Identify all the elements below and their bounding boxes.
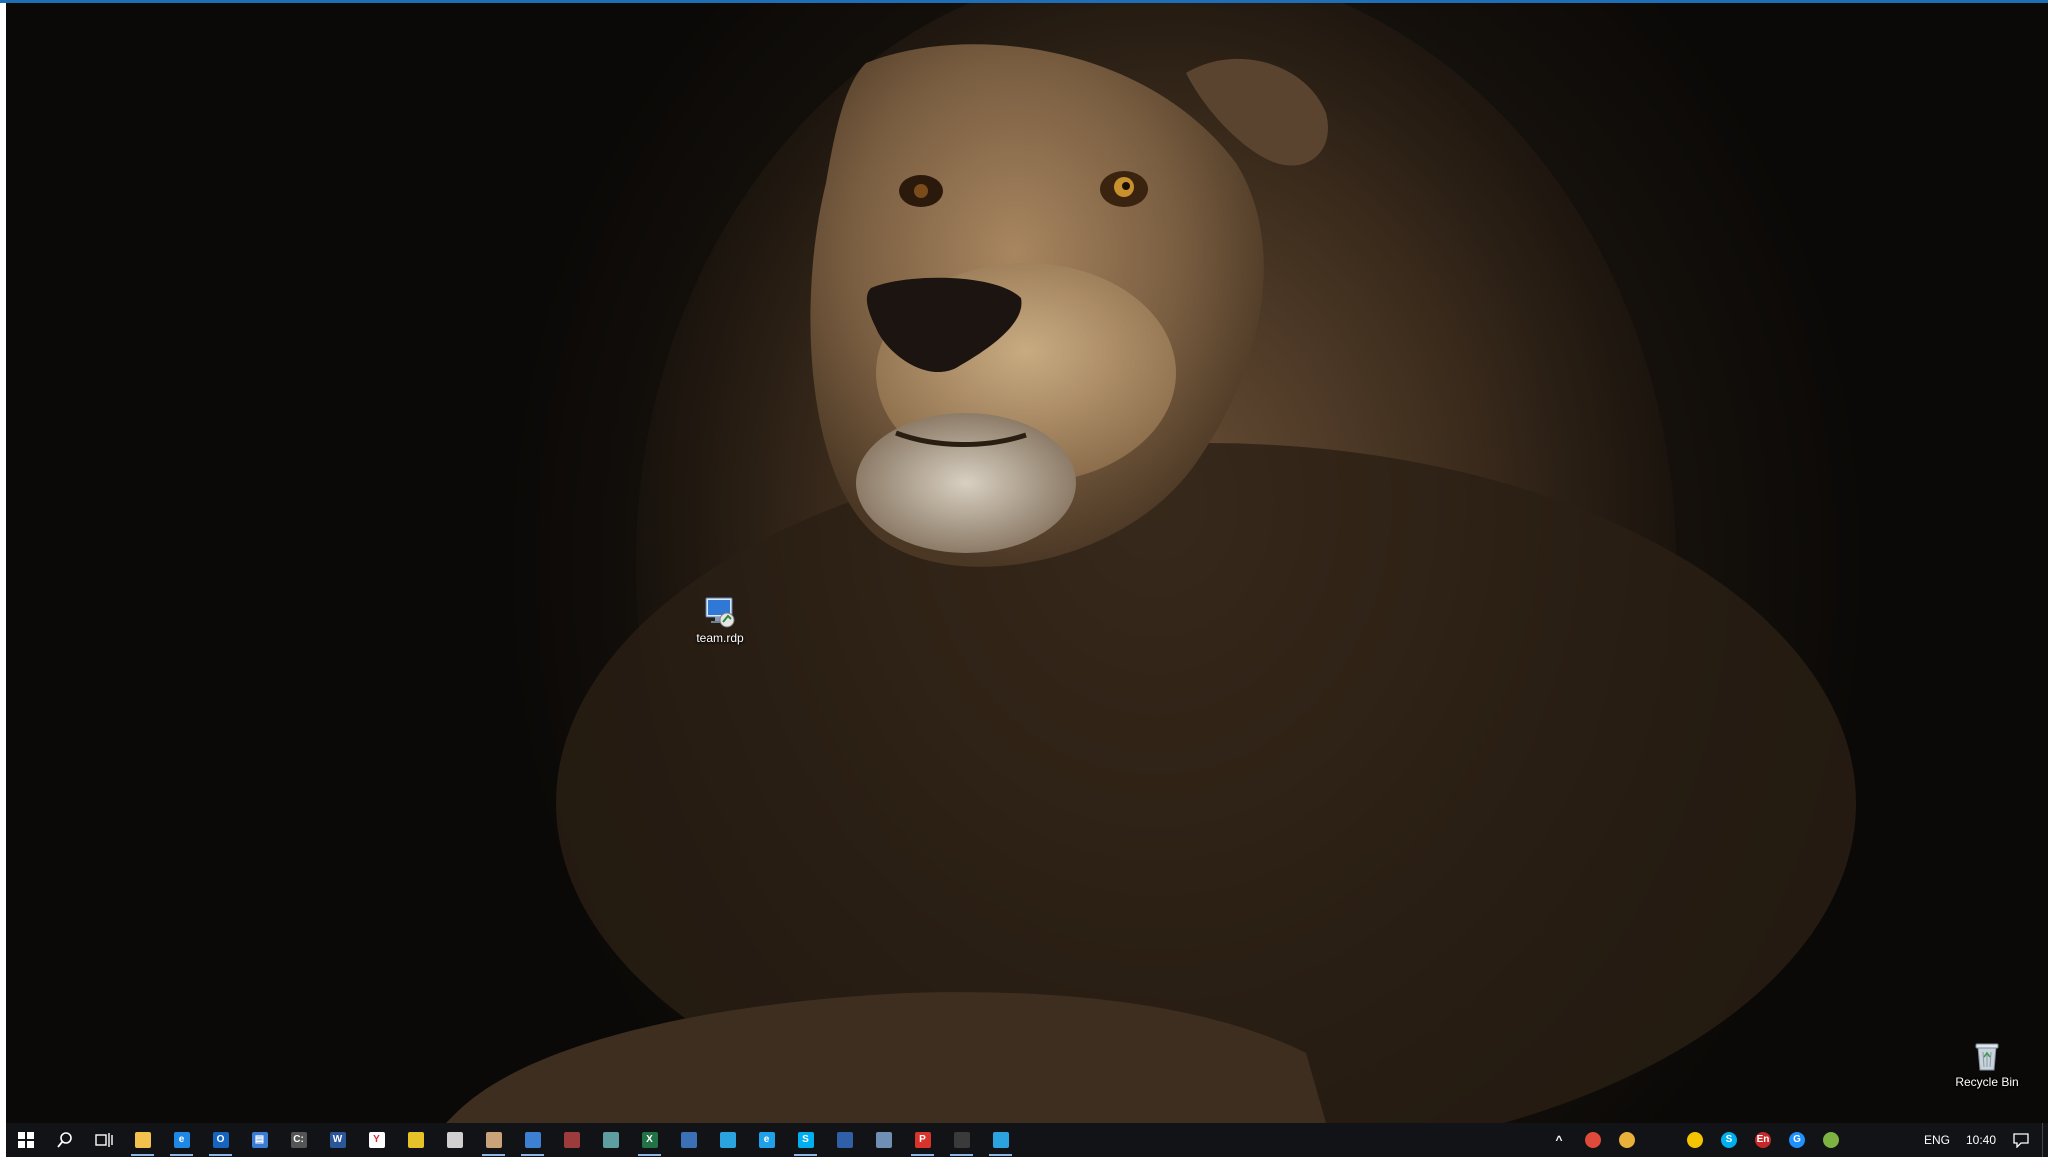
task-view-icon — [94, 1133, 113, 1147]
pdf-icon: P — [914, 1132, 931, 1148]
volume-tray-button[interactable] — [1882, 1123, 1916, 1157]
taskbar-app-yandex-browser[interactable]: Y — [357, 1123, 396, 1157]
taskbar-app-excel[interactable]: X — [630, 1123, 669, 1157]
search-icon — [56, 1132, 72, 1148]
show-desktop-button[interactable] — [2042, 1123, 2048, 1157]
taskbar-app-terminal[interactable] — [942, 1123, 981, 1157]
telegram-icon — [719, 1132, 736, 1148]
taskbar-app-command-prompt[interactable]: C: — [279, 1123, 318, 1157]
remote-desktop-icon — [524, 1132, 541, 1148]
mail-tray-tray-button[interactable] — [1610, 1123, 1644, 1157]
volume-icon — [1891, 1132, 1907, 1148]
internet-explorer-icon: e — [758, 1132, 775, 1148]
system-tray: ^ S En G ENG 10:40 — [1542, 1123, 2048, 1157]
mail-tray-icon — [1618, 1132, 1635, 1148]
wifi-tray-button[interactable] — [1848, 1123, 1882, 1157]
taskbar-app-save-disk[interactable] — [825, 1123, 864, 1157]
settings-tool-icon — [875, 1132, 892, 1148]
contacts-icon: ▤ — [251, 1132, 268, 1148]
yandex-browser-icon: Y — [368, 1132, 385, 1148]
recycle-bin-icon — [1975, 1043, 1999, 1071]
taskbar-app-telegram[interactable] — [981, 1123, 1020, 1157]
taskbar-app-remote-desktop[interactable] — [513, 1123, 552, 1157]
wifi-icon — [1857, 1132, 1873, 1148]
windows-logo-icon — [17, 1132, 34, 1148]
paint-icon — [485, 1132, 502, 1148]
skype-tray-icon: S — [1720, 1132, 1737, 1148]
desktop-icon-label: team.rdp — [696, 631, 744, 645]
terminal-icon — [953, 1132, 970, 1148]
skype-icon: S — [797, 1132, 814, 1148]
sync-icon: G — [1788, 1132, 1805, 1148]
taskbar-app-archive[interactable] — [552, 1123, 591, 1157]
taskbar-app-notes[interactable] — [396, 1123, 435, 1157]
lion-wallpaper — [446, 3, 1856, 1123]
excel-icon: X — [641, 1132, 658, 1148]
taskbar-app-outlook[interactable]: O — [201, 1123, 240, 1157]
telegram-icon-2 — [992, 1132, 1009, 1148]
chevron-up-tray-button[interactable]: ^ — [1542, 1123, 1576, 1157]
norton-tray-button[interactable] — [1678, 1123, 1712, 1157]
desktop-icon-label: Recycle Bin — [1955, 1075, 2019, 1089]
taskbar-app-control-panel[interactable] — [591, 1123, 630, 1157]
taskbar-app-file-explorer[interactable] — [123, 1123, 162, 1157]
taskbar-app-word[interactable]: W — [318, 1123, 357, 1157]
desktop[interactable]: team.rdp Recycle Bin — [6, 3, 2048, 1123]
tray-icons: ^ S En G — [1542, 1123, 1916, 1157]
search-button[interactable] — [45, 1123, 84, 1157]
desktop-icon-recycle-bin[interactable]: Recycle Bin — [1952, 1039, 2022, 1089]
taskbar-app-paint[interactable] — [474, 1123, 513, 1157]
chrome-icon — [1584, 1132, 1601, 1148]
sync-tray-button[interactable]: G — [1780, 1123, 1814, 1157]
save-disk-icon — [836, 1132, 853, 1148]
chevron-up-icon: ^ — [1555, 1133, 1563, 1147]
action-center-button[interactable] — [2004, 1123, 2038, 1157]
pinned-apps: e O ▤ C: W Y Xe S P — [123, 1123, 1020, 1157]
chrome-tray-button[interactable] — [1576, 1123, 1610, 1157]
taskbar-app-pdf[interactable]: P — [903, 1123, 942, 1157]
norton-icon — [1686, 1132, 1703, 1148]
taskbar-app-edge[interactable]: e — [162, 1123, 201, 1157]
onedrive-icon — [1653, 1132, 1669, 1148]
desktop-icon-team-rdp[interactable]: team.rdp — [685, 595, 755, 645]
control-panel-icon — [602, 1132, 619, 1148]
input-language-indicator[interactable]: ENG — [1916, 1133, 1958, 1147]
task-view-button[interactable] — [84, 1123, 123, 1157]
calculator-icon — [446, 1132, 463, 1148]
command-prompt-icon: C: — [290, 1132, 307, 1148]
taskbar-app-skype[interactable]: S — [786, 1123, 825, 1157]
onedrive-tray-button[interactable] — [1644, 1123, 1678, 1157]
language-tray-tray-button[interactable]: En — [1746, 1123, 1780, 1157]
start-button[interactable] — [6, 1123, 45, 1157]
taskbar-app-contacts[interactable]: ▤ — [240, 1123, 279, 1157]
outlook-icon: O — [212, 1132, 229, 1148]
notes-icon — [407, 1132, 424, 1148]
remote-desktop-icon — [705, 597, 735, 628]
taskbar-app-network-tool[interactable] — [669, 1123, 708, 1157]
file-explorer-icon — [134, 1132, 151, 1148]
security-tray-button[interactable] — [1814, 1123, 1848, 1157]
clock[interactable]: 10:40 — [1958, 1133, 2004, 1147]
action-center-icon — [2013, 1133, 2029, 1148]
taskbar-app-telegram[interactable] — [708, 1123, 747, 1157]
archive-icon — [563, 1132, 580, 1148]
taskbar-app-settings-tool[interactable] — [864, 1123, 903, 1157]
taskbar-app-calculator[interactable] — [435, 1123, 474, 1157]
taskbar-app-internet-explorer[interactable]: e — [747, 1123, 786, 1157]
taskbar: e O ▤ C: W Y Xe S P ^ S En G ENG 10:40 — [6, 1123, 2048, 1157]
network-tool-icon — [680, 1132, 697, 1148]
skype-tray-tray-button[interactable]: S — [1712, 1123, 1746, 1157]
security-icon — [1822, 1132, 1839, 1148]
language-tray-icon: En — [1754, 1132, 1771, 1148]
word-icon: W — [329, 1132, 346, 1148]
edge-icon: e — [173, 1132, 190, 1148]
